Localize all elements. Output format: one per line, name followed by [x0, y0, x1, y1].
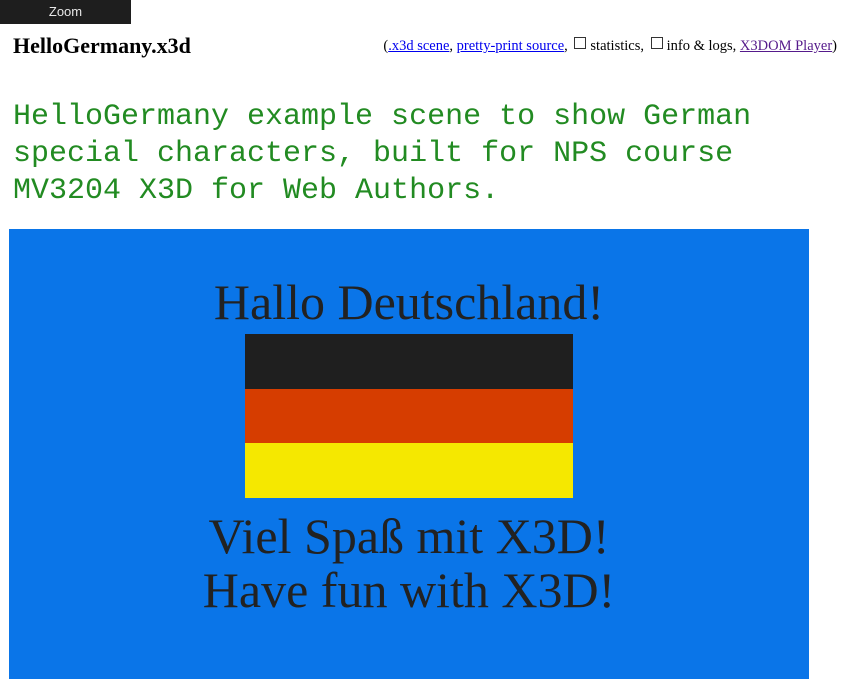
x3dom-player-link[interactable]: X3DOM Player: [740, 38, 832, 54]
scene-links-bar: (.x3d scene, pretty-print source, statis…: [383, 37, 837, 55]
separator: ,: [564, 38, 568, 54]
x3d-scene-link[interactable]: .x3d scene: [388, 38, 449, 54]
info-logs-checkbox[interactable]: [650, 37, 663, 49]
scene-text-hallo-deutschland: Hallo Deutschland!: [213, 274, 605, 330]
flag-stripe-red: [245, 388, 573, 444]
page-title: HelloGermany.x3d: [13, 33, 191, 58]
scene-description: HelloGermany example scene to show Germa…: [13, 100, 752, 208]
flag-stripe-black: [245, 334, 573, 389]
x3d-viewport[interactable]: Hallo Deutschland! Viel Spaß mit X3D! Ha…: [9, 229, 809, 679]
scene-text-have-fun: Have fun with X3D!: [202, 562, 616, 618]
pretty-print-source-link[interactable]: pretty-print source: [457, 38, 565, 54]
statistics-label: statistics,: [590, 38, 644, 54]
flag-stripe-gold: [245, 443, 573, 498]
info-logs-label: info & logs,: [666, 38, 737, 54]
scene-text-viel-spass: Viel Spaß mit X3D!: [208, 508, 610, 564]
separator: ,: [449, 38, 454, 54]
statistics-checkbox[interactable]: [574, 37, 587, 49]
zoom-button[interactable]: Zoom: [0, 0, 131, 24]
close-paren: ): [832, 38, 837, 54]
german-flag: [245, 334, 573, 498]
